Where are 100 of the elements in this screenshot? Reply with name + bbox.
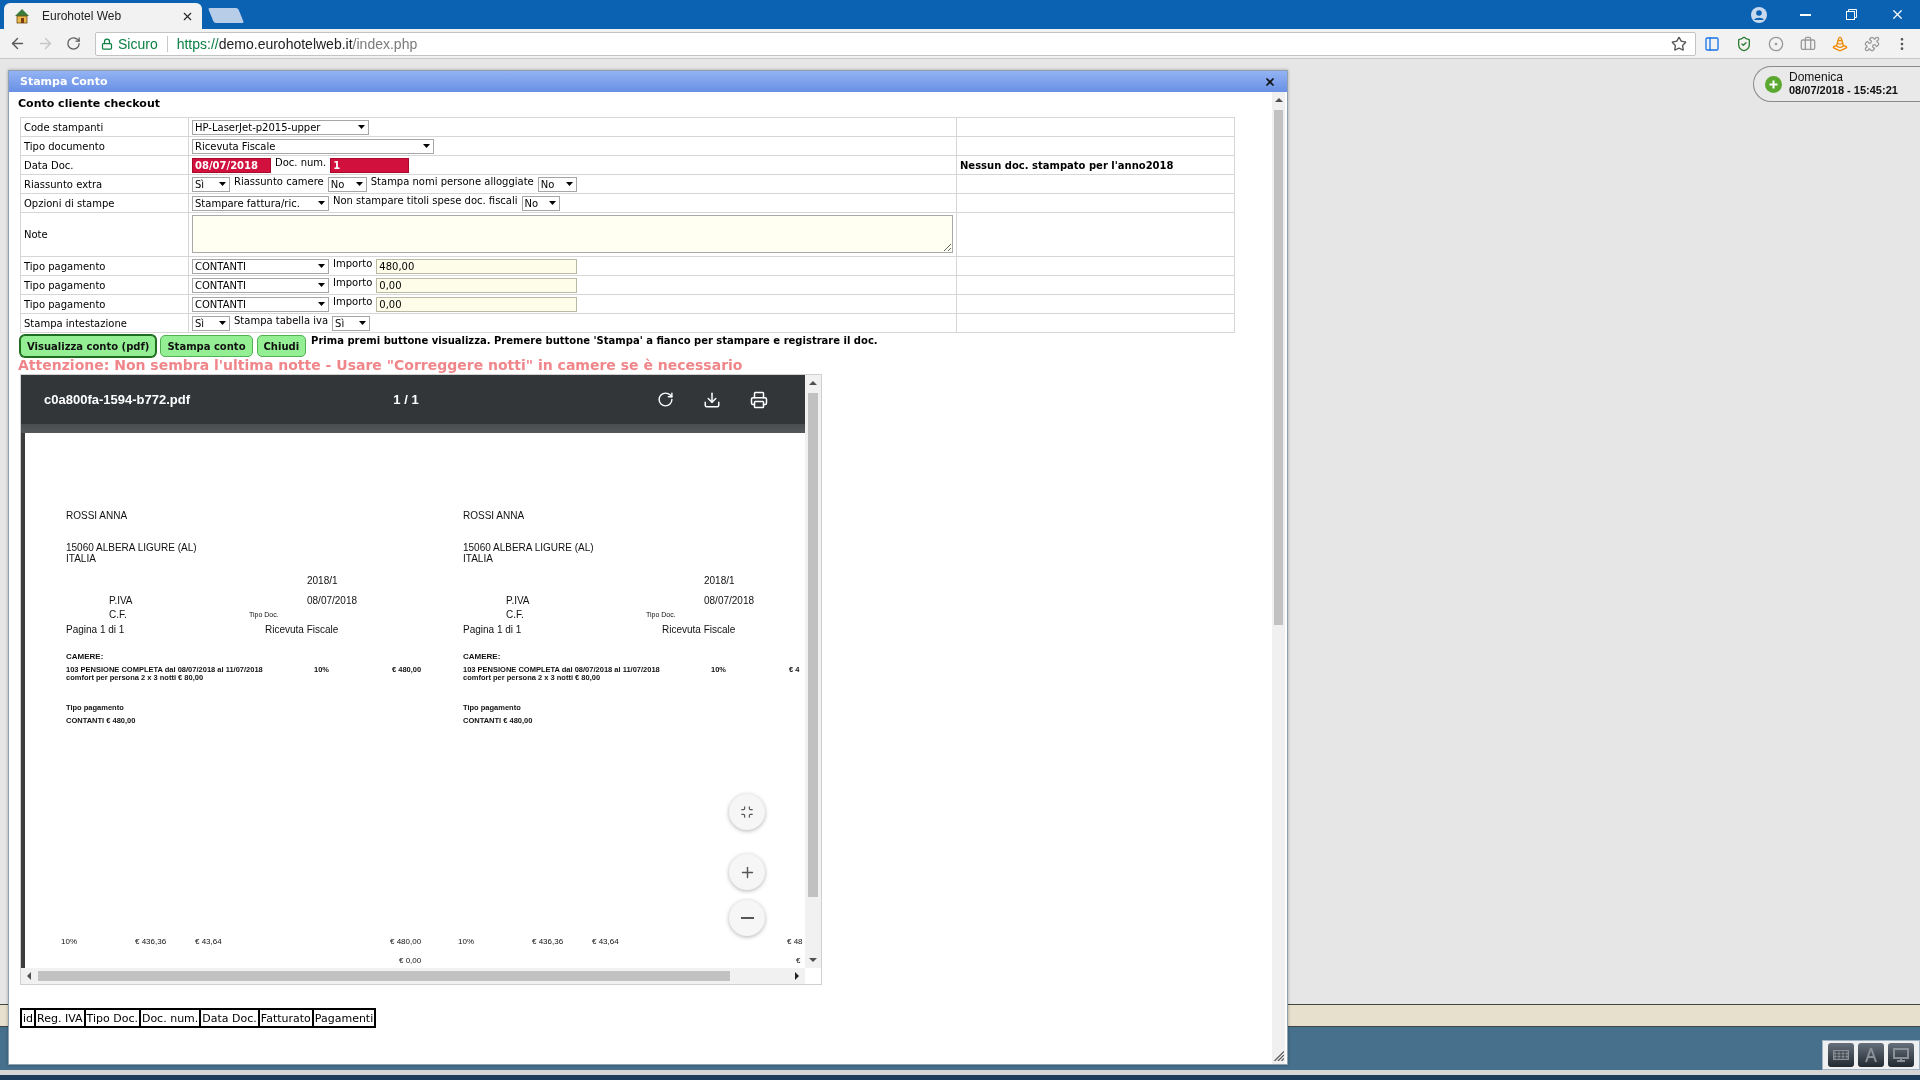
dropdown[interactable]: Sì bbox=[192, 315, 230, 331]
dropdown[interactable]: Sì bbox=[332, 315, 371, 331]
form-label: Tipo pagamento bbox=[20, 275, 189, 295]
form-label: Code stampanti bbox=[20, 117, 189, 137]
dropdown[interactable]: No bbox=[537, 176, 577, 192]
vertical-scrollbar[interactable] bbox=[805, 375, 821, 968]
column-header: Reg. IVA bbox=[35, 1009, 85, 1027]
caret-icon bbox=[359, 321, 367, 325]
note-field[interactable] bbox=[192, 215, 953, 253]
document-type: Ricevuta Fiscale bbox=[662, 624, 736, 636]
close-icon bbox=[1264, 75, 1276, 88]
customer-name: ROSSI ANNA bbox=[66, 510, 128, 522]
traffic-cone-icon bbox=[1832, 35, 1848, 52]
hint-text: Prima premi buttone visualizza. Premere buttone 'Stampa' a fianco per stampare e registrare il doc. bbox=[311, 335, 878, 347]
scrollbar-thumb[interactable] bbox=[808, 393, 818, 897]
tray-button[interactable] bbox=[1888, 1043, 1914, 1067]
page-indicator: 1 / 1 bbox=[393, 392, 419, 407]
arrow-up-icon[interactable] bbox=[1274, 98, 1283, 102]
vat-number-label: P.IVA bbox=[109, 595, 133, 607]
caret-icon bbox=[358, 125, 365, 129]
field-label: Doc. num. bbox=[275, 156, 327, 169]
form-label: Stampa intestazione bbox=[20, 313, 189, 333]
rotate-icon[interactable] bbox=[657, 391, 674, 408]
caret-icon bbox=[318, 201, 325, 205]
tray-button[interactable] bbox=[1828, 1043, 1854, 1067]
arrow-left-icon[interactable] bbox=[27, 972, 31, 980]
form-label: Tipo pagamento bbox=[20, 294, 189, 314]
tax-code-label: C.F. bbox=[506, 609, 524, 621]
tax-amount: € 43,64 bbox=[592, 937, 619, 947]
day-text: Domenica bbox=[1789, 71, 1844, 84]
input-field[interactable]: 08/07/2018 bbox=[192, 157, 271, 173]
dropdown[interactable]: Ricevuta Fiscale bbox=[192, 138, 434, 154]
new-tab-button[interactable] bbox=[207, 8, 245, 23]
field-label: Importo bbox=[333, 276, 373, 289]
dropdown[interactable]: No bbox=[327, 176, 367, 192]
dropdown[interactable]: HP-LaserJet-p2015-upper bbox=[192, 119, 369, 135]
total-amount: € 480,00 bbox=[390, 937, 422, 947]
field-label: Riassunto camere bbox=[234, 175, 324, 188]
shield-check-icon bbox=[1736, 35, 1752, 52]
arrow-up-icon[interactable] bbox=[809, 381, 817, 385]
download-icon[interactable] bbox=[703, 390, 721, 409]
vertical-scrollbar[interactable] bbox=[1272, 92, 1285, 1064]
browser-tab[interactable]: Eurohotel Web bbox=[4, 3, 202, 29]
column-header: Tipo Doc. bbox=[84, 1009, 140, 1027]
scrollbar-thumb[interactable] bbox=[1274, 110, 1283, 625]
print-icon[interactable] bbox=[750, 390, 768, 409]
document-number: 2018/1 bbox=[704, 575, 735, 587]
input-field[interactable]: 480,00 bbox=[376, 258, 578, 274]
page-number: Pagina 1 di 1 bbox=[66, 624, 125, 636]
column-header: Data Doc. bbox=[200, 1009, 259, 1027]
status-text: Nessun doc. stampato per l'anno2018 bbox=[960, 159, 1174, 171]
address-bar[interactable]: Sicuro https://demo.eurohotelweb.it/index.php bbox=[95, 31, 1696, 56]
form-label: Tipo pagamento bbox=[20, 256, 189, 276]
document-date: 08/07/2018 bbox=[307, 595, 358, 607]
dropdown[interactable]: Stampare fattura/ric. bbox=[192, 195, 329, 211]
date-time-text: 08/07/2018 - 15:45:21 bbox=[1789, 84, 1898, 97]
close-button[interactable] bbox=[1264, 75, 1276, 88]
action-button[interactable]: Stampa conto bbox=[160, 335, 253, 357]
action-button[interactable]: Chiudi bbox=[256, 335, 307, 357]
document-type: Ricevuta Fiscale bbox=[265, 624, 339, 636]
dropdown[interactable]: CONTANTI bbox=[192, 277, 329, 293]
minus-icon bbox=[740, 917, 754, 919]
input-field[interactable]: 1 bbox=[330, 157, 410, 173]
input-field[interactable]: 0,00 bbox=[376, 277, 578, 293]
monitor-icon bbox=[1893, 1048, 1909, 1062]
form-label: Note bbox=[20, 212, 189, 257]
field-label: Stampa tabella iva bbox=[234, 314, 329, 327]
form-label: Tipo documento bbox=[20, 136, 189, 156]
section-heading: CAMERE: bbox=[66, 652, 104, 662]
star-icon[interactable] bbox=[1671, 35, 1687, 52]
caret-icon bbox=[318, 264, 325, 268]
input-field[interactable]: 0,00 bbox=[376, 296, 578, 312]
field-label: Non stampare titoli spese doc. fiscali bbox=[333, 194, 518, 207]
inward-corners-icon bbox=[740, 805, 754, 819]
scrollbar-thumb[interactable] bbox=[38, 971, 730, 981]
vat-number-label: P.IVA bbox=[506, 595, 530, 607]
form-label: Data Doc. bbox=[20, 155, 189, 175]
page-number: Pagina 1 di 1 bbox=[463, 624, 522, 636]
form-label: Opzioni di stampe bbox=[20, 193, 189, 213]
tray-button[interactable] bbox=[1858, 1043, 1884, 1067]
dropdown[interactable]: Sì bbox=[192, 176, 230, 192]
caret-icon bbox=[355, 182, 363, 186]
plus-circle-icon[interactable] bbox=[1765, 75, 1782, 93]
dropdown[interactable]: No bbox=[521, 195, 560, 211]
panel-icon bbox=[1704, 35, 1720, 52]
restore-icon bbox=[1845, 9, 1857, 20]
caret-icon bbox=[565, 182, 573, 186]
arrow-down-icon[interactable] bbox=[809, 958, 817, 962]
caret-icon bbox=[548, 201, 556, 205]
horizontal-scrollbar[interactable] bbox=[21, 968, 805, 984]
url-text: https://demo.eurohotelweb.it/index.php bbox=[176, 35, 418, 52]
caret-icon bbox=[219, 182, 226, 186]
taxable-amount: € 436,36 bbox=[532, 937, 564, 947]
action-button[interactable]: Visualizza conto (pdf) bbox=[20, 335, 157, 357]
dropdown[interactable]: CONTANTI bbox=[192, 258, 329, 274]
total-vat-rate: 10% bbox=[458, 937, 474, 947]
resize-grip-icon[interactable] bbox=[1273, 1051, 1284, 1061]
easel-icon bbox=[1864, 1047, 1878, 1063]
dropdown[interactable]: CONTANTI bbox=[192, 296, 329, 312]
arrow-right-icon[interactable] bbox=[795, 972, 799, 980]
